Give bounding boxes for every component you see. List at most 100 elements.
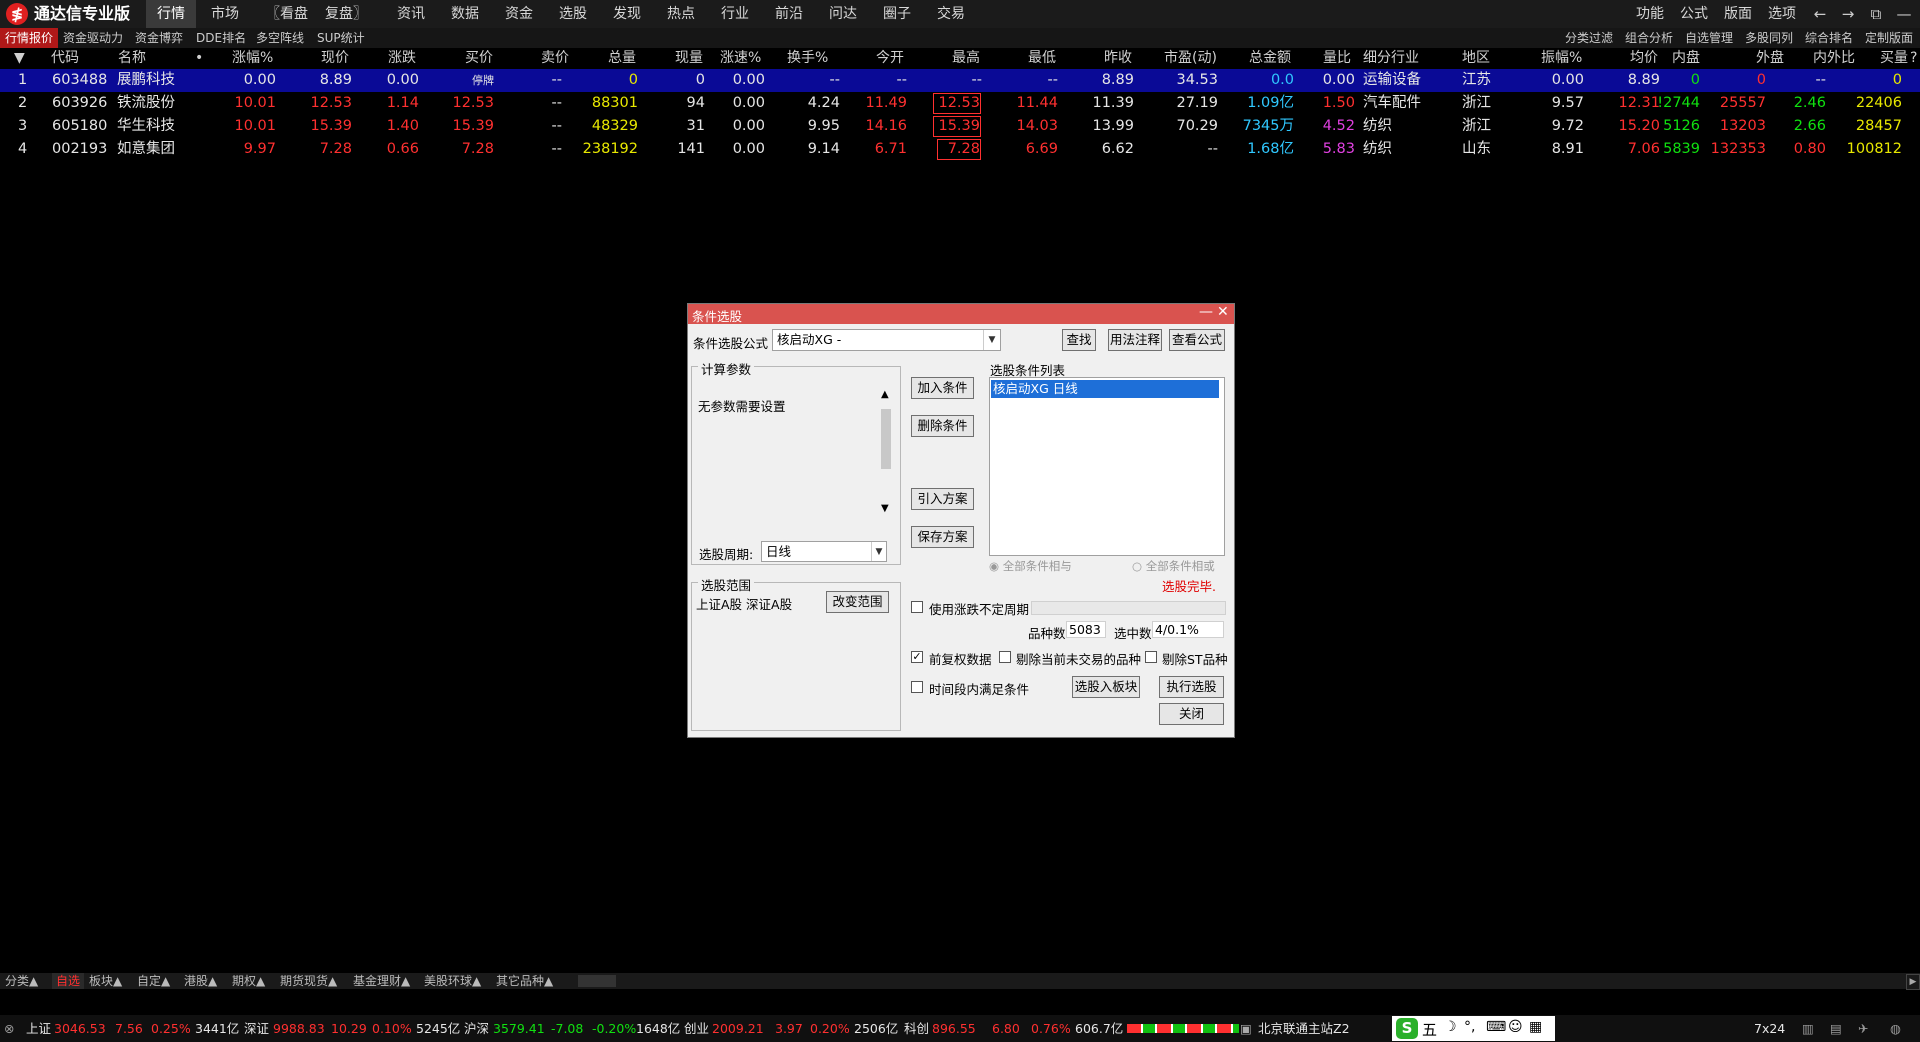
- sogou-ime-icon[interactable]: S: [1396, 1018, 1418, 1039]
- tab-composite-rank[interactable]: 综合排名: [1805, 28, 1853, 48]
- menu-stock-pick[interactable]: 选股: [548, 0, 598, 28]
- col-turnover[interactable]: 换手%: [787, 48, 828, 68]
- keyboard-icon[interactable]: ⌨: [1486, 1019, 1506, 1035]
- exclude-st-checkbox[interactable]: [1145, 651, 1157, 663]
- use-period-checkbox[interactable]: [911, 601, 923, 613]
- col-amplitude[interactable]: 振幅%: [1541, 48, 1582, 68]
- tab-long-short[interactable]: 多空阵线: [256, 28, 304, 48]
- run-selection-button[interactable]: 执行选股: [1159, 676, 1224, 698]
- close-button[interactable]: 关闭: [1159, 703, 1224, 725]
- chart-icon[interactable]: ▥: [1802, 1015, 1814, 1042]
- col-bid-volume[interactable]: 买量: [1880, 48, 1908, 68]
- dialog-close-icon[interactable]: ✕: [1217, 304, 1229, 320]
- btab-futures[interactable]: 期货现货▲: [280, 973, 337, 989]
- menu-options[interactable]: 选项: [1768, 0, 1796, 28]
- tab-fund-game[interactable]: 资金博弈: [135, 28, 183, 48]
- btab-custom[interactable]: 自定▲: [137, 973, 170, 989]
- menu-function[interactable]: 功能: [1636, 0, 1664, 28]
- grid-icon[interactable]: ▦: [1529, 1019, 1542, 1035]
- clock-7x24[interactable]: 7x24: [1754, 1015, 1785, 1042]
- col-cur-volume[interactable]: 现量: [675, 48, 703, 68]
- forward-adjust-checkbox[interactable]: ✓: [911, 651, 923, 663]
- col-pe[interactable]: 市盈(动): [1164, 48, 1217, 68]
- condition-list-item[interactable]: 核启动XG 日线: [991, 380, 1219, 398]
- menu-trade[interactable]: 交易: [926, 0, 976, 28]
- back-icon[interactable]: ←: [1806, 0, 1834, 28]
- tab-multi-stock[interactable]: 多股同列: [1745, 28, 1793, 48]
- restore-icon[interactable]: ⧉: [1862, 0, 1890, 28]
- help-icon[interactable]: ?: [1910, 48, 1917, 68]
- status-close-icon[interactable]: ⊗: [4, 1015, 14, 1042]
- minimize-icon[interactable]: —: [1890, 0, 1918, 28]
- btab-category[interactable]: 分类▲: [5, 973, 38, 989]
- menu-news[interactable]: 资讯: [386, 0, 436, 28]
- col-chg[interactable]: 涨跌: [388, 48, 416, 68]
- dialog-titlebar[interactable]: 条件选股 — ✕: [688, 304, 1234, 324]
- col-amount[interactable]: 总金额: [1249, 48, 1291, 68]
- col-region[interactable]: 地区: [1462, 48, 1490, 68]
- col-prev-close[interactable]: 昨收: [1104, 48, 1132, 68]
- col-name[interactable]: 名称: [118, 48, 146, 68]
- ime-mode[interactable]: 五: [1422, 1019, 1437, 1040]
- menu-quotes[interactable]: 行情: [146, 0, 196, 28]
- menu-data[interactable]: 数据: [440, 0, 490, 28]
- btab-us-global[interactable]: 美股环球▲: [424, 973, 481, 989]
- radio-all-or[interactable]: ○ 全部条件相或: [1132, 558, 1215, 574]
- params-scrollbar[interactable]: ▲ ▼: [879, 389, 893, 515]
- globe-icon[interactable]: ◍: [1890, 1015, 1901, 1042]
- col-volume[interactable]: 总量: [608, 48, 636, 68]
- add-to-block-button[interactable]: 选股入板块: [1072, 676, 1140, 698]
- btab-watchlist[interactable]: 自选: [52, 973, 85, 989]
- punct-icon[interactable]: °,: [1464, 1019, 1475, 1035]
- view-formula-button[interactable]: 查看公式: [1169, 329, 1225, 351]
- delete-condition-button[interactable]: 删除条件: [911, 415, 974, 437]
- moon-icon[interactable]: ☽: [1444, 1019, 1457, 1035]
- exclude-untraded-checkbox[interactable]: [999, 651, 1011, 663]
- scrollbar-thumb[interactable]: [881, 409, 891, 469]
- col-outer[interactable]: 外盘: [1756, 48, 1784, 68]
- tab-dde-rank[interactable]: DDE排名: [196, 28, 246, 48]
- col-io-ratio[interactable]: 内外比: [1813, 48, 1855, 68]
- menu-circle[interactable]: 圈子: [872, 0, 922, 28]
- usage-notes-button[interactable]: 用法注释: [1108, 329, 1162, 351]
- menu-formula[interactable]: 公式: [1680, 0, 1708, 28]
- col-industry[interactable]: 细分行业: [1363, 48, 1419, 68]
- formula-select[interactable]: 核启动XG - ▼: [772, 329, 1001, 351]
- menu-layout[interactable]: 版面: [1724, 0, 1752, 28]
- sort-icon[interactable]: ▼: [14, 48, 25, 68]
- server-name[interactable]: 北京联通主站Z2: [1258, 1015, 1350, 1042]
- horizontal-scrollbar[interactable]: [578, 975, 616, 987]
- forward-icon[interactable]: →: [1834, 0, 1862, 28]
- menu-frontier[interactable]: 前沿: [764, 0, 814, 28]
- menu-market[interactable]: 市场: [200, 0, 250, 28]
- menu-hot[interactable]: 热点: [656, 0, 706, 28]
- radio-all-and[interactable]: ◉ 全部条件相与: [989, 558, 1072, 574]
- col-chg-pct[interactable]: 涨幅%: [232, 48, 273, 68]
- col-vol-ratio[interactable]: 量比: [1323, 48, 1351, 68]
- add-condition-button[interactable]: 加入条件: [911, 377, 974, 399]
- btab-other[interactable]: 其它品种▲: [496, 973, 553, 989]
- scroll-up-icon[interactable]: ▲: [881, 389, 889, 400]
- user-icon[interactable]: ☺: [1508, 1019, 1523, 1035]
- col-inner[interactable]: 内盘: [1672, 48, 1700, 68]
- col-avg-price[interactable]: 均价: [1630, 48, 1658, 68]
- tab-fund-drive[interactable]: 资金驱动力: [63, 28, 123, 48]
- btab-funds[interactable]: 基金理财▲: [353, 973, 410, 989]
- table-row[interactable]: 3 605180 华生科技 10.01 15.39 1.40 15.39 -- …: [0, 115, 1920, 138]
- scroll-right-icon[interactable]: ▶: [1906, 974, 1920, 990]
- tab-watchlist-manage[interactable]: 自选管理: [1685, 28, 1733, 48]
- ime-toolbar[interactable]: S 五 ☽ °, ⌨ ☺ ▦: [1392, 1016, 1555, 1041]
- tab-sup-stats[interactable]: SUP统计: [317, 28, 365, 48]
- menu-funds[interactable]: 资金: [494, 0, 544, 28]
- dialog-minimize-icon[interactable]: —: [1199, 304, 1213, 320]
- col-high[interactable]: 最高: [952, 48, 980, 68]
- tab-category-filter[interactable]: 分类过滤: [1565, 28, 1613, 48]
- find-button[interactable]: 查找: [1062, 329, 1096, 351]
- col-code[interactable]: 代码: [51, 48, 79, 68]
- menu-discover[interactable]: 发现: [602, 0, 652, 28]
- tab-quote-list[interactable]: 行情报价: [0, 28, 58, 48]
- period-select[interactable]: 日线 ▼: [761, 541, 887, 562]
- save-plan-button[interactable]: 保存方案: [911, 526, 974, 548]
- table-row[interactable]: 2 603926 铁流股份 10.01 12.53 1.14 12.53 -- …: [0, 92, 1920, 115]
- col-price[interactable]: 现价: [321, 48, 349, 68]
